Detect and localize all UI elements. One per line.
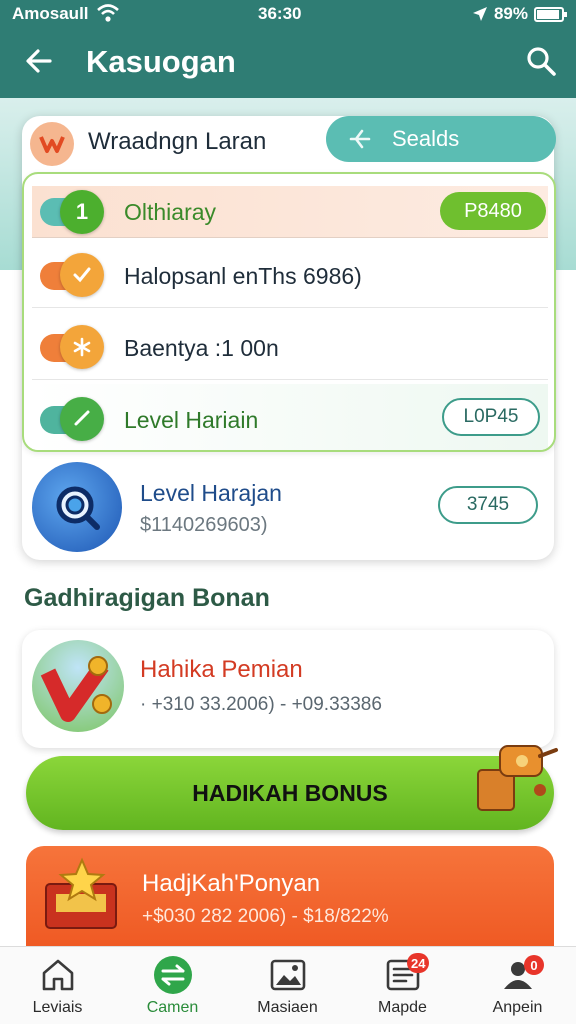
card-title: Wraadngn Laran xyxy=(88,128,267,155)
value-pill[interactable]: L0P45 xyxy=(442,398,540,436)
seals-label: Sealds xyxy=(392,126,460,151)
notification-badge: 24 xyxy=(407,953,430,973)
bonus-card[interactable]: Hahika Pemian · +310 33.2006) - +09.3338… xyxy=(22,630,554,748)
nav-label: Masiaen xyxy=(257,999,318,1016)
nav-tab-camen[interactable]: Camen xyxy=(115,947,230,1024)
location-icon xyxy=(472,7,487,21)
wifi-icon xyxy=(97,4,119,22)
summary-card: Wraadngn Laran Sealds 1 Olthiaray P8480 … xyxy=(22,116,556,560)
section-title: Gadhiragigan Bonan xyxy=(24,584,270,612)
status-bar: Amosaull 36:30 89% xyxy=(0,0,576,28)
app-bar: Kasuogan xyxy=(0,28,576,98)
seals-button[interactable]: Sealds xyxy=(326,116,556,162)
nav-label: Leviais xyxy=(32,999,83,1016)
row-label: Olthiaray xyxy=(124,199,217,225)
nav-tab-profile[interactable]: 0 Anpein xyxy=(460,947,575,1024)
bottom-nav: Leviais Camen Masiaen 24 Mapde 0 Anpein xyxy=(0,946,576,1024)
rewards-panel: 1 Olthiaray P8480 Halopsanl enThs 6986) … xyxy=(22,172,556,452)
list-item[interactable]: Halopsanl enThs 6986) xyxy=(32,240,548,308)
promo-subtitle: +$030 282 2006) - $18/822% xyxy=(142,906,389,927)
heart-coins-icon xyxy=(32,640,124,732)
list-item[interactable]: Baentya :1 00n xyxy=(32,312,548,380)
row-label: Level Hariain xyxy=(124,407,259,433)
nav-label: Anpein xyxy=(492,999,543,1016)
star-badge-icon xyxy=(60,325,104,369)
gallery-icon xyxy=(270,959,306,991)
number-badge: 1 xyxy=(60,190,104,234)
row-label: Halopsanl enThs 6986) xyxy=(124,263,362,289)
nav-tab-mapde[interactable]: 24 Mapde xyxy=(345,947,460,1024)
back-arrow-icon[interactable] xyxy=(22,44,56,78)
gift-box-icon xyxy=(45,857,117,929)
level-subtitle: $1140269603) xyxy=(140,514,268,536)
bonus-title: Hahika Pemian xyxy=(140,656,303,683)
level-value-pill[interactable]: 3745 xyxy=(438,486,538,524)
promo-card[interactable]: HadjKah'Ponyan +$030 282 2006) - $18/822… xyxy=(26,846,554,946)
lens-icon xyxy=(32,462,122,552)
level-row[interactable]: Level Harajan $1140269603) 3745 xyxy=(32,460,544,556)
nav-label: Mapde xyxy=(378,999,427,1016)
battery-percent: 89% xyxy=(493,4,528,23)
treasure-cart-icon xyxy=(477,745,558,811)
card-header: Wraadngn Laran Sealds xyxy=(22,116,556,172)
page-title: Kasuogan xyxy=(86,44,236,79)
bonus-subtitle: · +310 33.2006) - +09.33386 xyxy=(140,694,382,715)
notification-badge: 0 xyxy=(524,955,544,975)
carrier-name: Amosaull xyxy=(12,4,89,23)
arrows-icon xyxy=(349,129,371,149)
list-item[interactable]: 1 Olthiaray P8480 xyxy=(32,186,548,238)
list-item[interactable]: Level Hariain L0P45 xyxy=(32,384,548,450)
promo-title: HadjKah'Ponyan xyxy=(142,870,321,897)
clock: 36:30 xyxy=(258,4,302,23)
level-title: Level Harajan xyxy=(140,480,282,506)
nav-label: Camen xyxy=(146,999,199,1016)
exchange-icon xyxy=(154,956,192,994)
nav-tab-masiaen[interactable]: Masiaen xyxy=(230,947,345,1024)
check-badge-icon xyxy=(60,397,104,441)
battery-icon xyxy=(534,6,567,22)
check-badge-icon xyxy=(60,253,104,297)
row-label: Baentya :1 00n xyxy=(124,335,279,361)
brand-logo-icon xyxy=(30,122,74,166)
nav-tab-home[interactable]: Leviais xyxy=(0,947,115,1024)
value-pill[interactable]: P8480 xyxy=(440,192,546,230)
home-icon xyxy=(42,959,74,991)
search-icon[interactable] xyxy=(524,44,558,78)
